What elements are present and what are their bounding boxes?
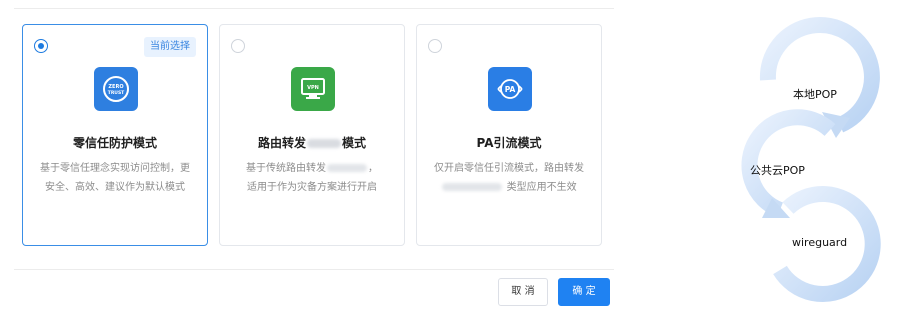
vpn-monitor-icon: VPN: [291, 67, 335, 111]
card-desc-line: 仅开启零信任引流模式，路由转发: [434, 163, 584, 174]
card-description: 基于零信任理念实现访问控制，更 安全、高效、建议作为默认模式: [33, 159, 197, 197]
redacted-text: [307, 139, 341, 148]
mode-card-pa[interactable]: PA PA引流模式 仅开启零信任引流模式，路由转发 类型应用不生效: [416, 24, 602, 246]
radio-zero-trust[interactable]: [34, 39, 48, 53]
card-description: 基于传统路由转发， 适用于作为灾备方案进行开启: [230, 159, 394, 197]
card-desc-line: 适用于作为灾备方案进行开启: [247, 182, 377, 193]
current-selection-badge: 当前选择: [144, 37, 196, 57]
radio-pa[interactable]: [428, 39, 442, 53]
pop-flow-diagram: 本地POP 公共云POP wireguard: [710, 10, 900, 310]
card-desc-line: 基于零信任理念实现访问控制，更: [40, 163, 190, 174]
flow-label-public-cloud-pop: 公共云POP: [750, 164, 805, 177]
svg-text:PA: PA: [505, 85, 516, 94]
card-title: 零信任防护模式: [72, 136, 157, 150]
mode-card-zero-trust[interactable]: 当前选择 ZERO TRUST 零信任防护模式 基于零信任理念实现访问控制，更 …: [22, 24, 208, 246]
card-title: PA引流模式: [476, 136, 542, 150]
cycle-arrow-top: [759, 17, 880, 133]
bottom-divider: [14, 269, 614, 270]
top-divider: [14, 8, 614, 9]
card-title: 路由转发 模式: [257, 136, 367, 150]
flow-label-local-pop: 本地POP: [793, 88, 837, 101]
card-description: 仅开启零信任引流模式，路由转发 类型应用不生效: [427, 159, 591, 197]
flow-arrows: [741, 17, 881, 302]
mode-card-route-forward[interactable]: VPN 路由转发 模式 基于传统路由转发， 适用于作为灾备方案进行开启: [219, 24, 405, 246]
svg-text:TRUST: TRUST: [108, 90, 125, 96]
cancel-button[interactable]: 取 消: [498, 278, 548, 306]
svg-text:VPN: VPN: [307, 85, 319, 91]
pa-icon: PA: [488, 67, 532, 111]
svg-text:ZERO: ZERO: [108, 84, 123, 90]
card-desc-line: 类型应用不生效: [427, 178, 591, 197]
redacted-text: [442, 183, 503, 191]
flow-label-wireguard: wireguard: [792, 236, 848, 249]
redacted-text: [327, 164, 367, 172]
card-desc-line: 基于传统路由转发，: [246, 163, 378, 174]
zero-trust-icon: ZERO TRUST: [94, 67, 138, 111]
card-desc-line: 安全、高效、建议作为默认模式: [45, 182, 185, 193]
radio-route-forward[interactable]: [231, 39, 245, 53]
confirm-button[interactable]: 确 定: [558, 278, 610, 306]
